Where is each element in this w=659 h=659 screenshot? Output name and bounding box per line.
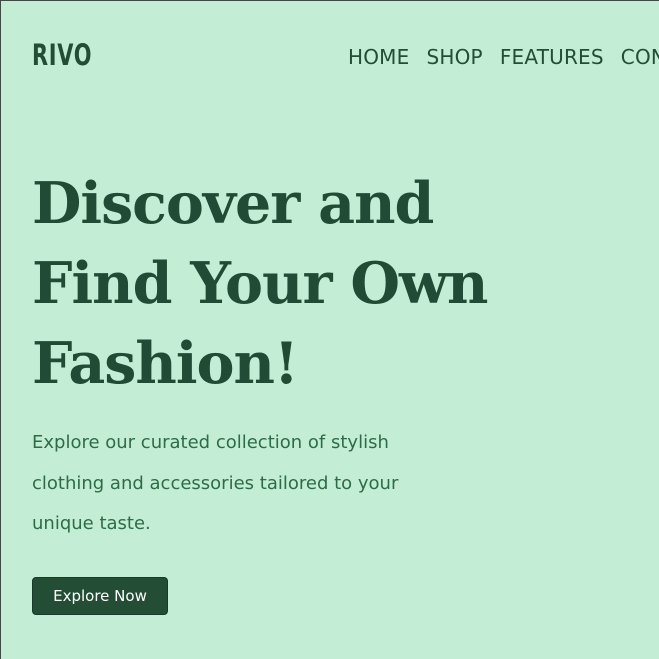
explore-now-button[interactable]: Explore Now [32,577,168,615]
nav-link-home[interactable]: HOME [348,45,409,69]
nav-item-features: FEATURES [500,45,604,69]
hero-title: Discover and Find Your Own Fashion! [32,170,489,397]
nav-link-features[interactable]: FEATURES [500,45,604,69]
hero-description: Explore our curated collection of stylis… [32,432,399,534]
nav-link-shop[interactable]: SHOP [426,45,482,69]
nav-item-contact: CONTACT [621,45,659,69]
nav-item-shop: SHOP [426,45,482,69]
nav-item-home: HOME [348,45,409,69]
brand-logo[interactable]: RIVO [32,38,92,72]
page: RIVO HOME SHOP FEATURES CONTACT Discover… [0,0,659,659]
nav-link-contact[interactable]: CONTACT [621,45,659,69]
nav-list: HOME SHOP FEATURES CONTACT [348,45,659,69]
